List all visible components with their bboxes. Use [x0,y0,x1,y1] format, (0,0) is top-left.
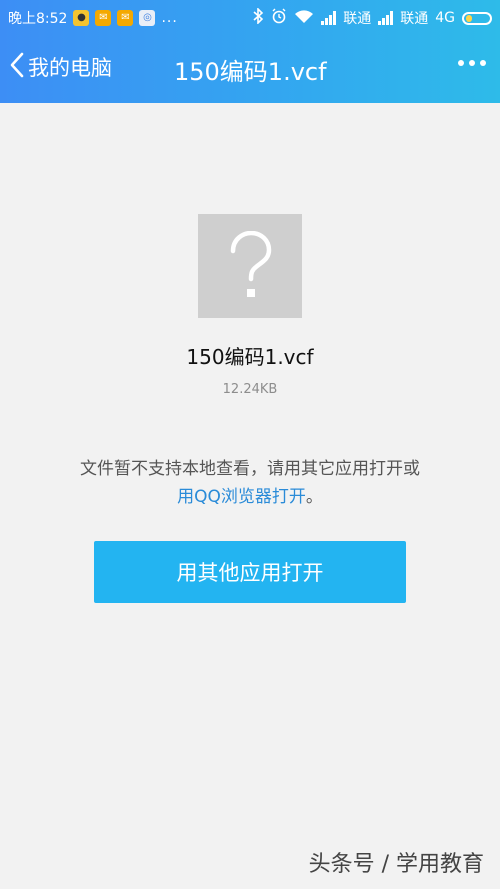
watermark: 头条号 / 学用教育 [308,852,484,877]
open-with-other-app-button[interactable]: 用其他应用打开 [94,541,406,603]
signal-strength-icon [321,11,337,25]
more-dot [469,60,475,66]
status-time: 晚上8:52 [8,11,68,27]
network-type: 4G [435,10,455,26]
battery-icon [462,11,492,25]
file-size: 12.24KB [222,382,278,397]
status-bar: 晚上8:52 ● ✉ ✉ ◎ ... 联通 联通 4G [0,0,500,34]
wifi-icon [294,9,314,28]
page-title: 150编码1.vcf [174,58,327,86]
unsupported-message: 文件暂不支持本地查看，请用其它应用打开或 用QQ浏览器打开。 [30,455,470,511]
more-dot [458,60,464,66]
bluetooth-icon [253,7,264,28]
open-in-qq-browser-link[interactable]: 用QQ浏览器打开 [177,487,306,507]
top-bar: 晚上8:52 ● ✉ ✉ ◎ ... 联通 联通 4G 我的电脑 150编码1.… [0,0,500,103]
message-suffix: 。 [305,487,323,507]
status-right: 联通 联通 4G [253,7,492,28]
carrier-1: 联通 [343,11,372,27]
status-left: 晚上8:52 ● ✉ ✉ ◎ ... [8,8,178,28]
back-button[interactable]: 我的电脑 [10,52,112,82]
app-notification-icon: ● [73,10,90,26]
back-label: 我的电脑 [28,56,112,80]
chevron-left-icon [10,52,24,82]
signal-strength-icon [378,11,394,25]
mail-notification-icon: ✉ [95,10,112,26]
status-overflow: ... [161,10,178,26]
more-dot [480,60,486,66]
unsupported-message-line: 文件暂不支持本地查看，请用其它应用打开或 [80,459,420,479]
alarm-icon [271,8,287,28]
question-mark-icon [230,231,272,297]
file-name: 150编码1.vcf [186,345,314,369]
mail-notification-icon: ✉ [117,10,134,26]
unsupported-message-line-2: 用QQ浏览器打开。 [30,483,470,511]
carrier-2: 联通 [400,11,429,27]
nav-bar: 我的电脑 150编码1.vcf [0,34,500,103]
file-type-icon [198,214,302,318]
app-notification-icon: ◎ [139,10,156,26]
more-options-button[interactable] [458,60,486,66]
